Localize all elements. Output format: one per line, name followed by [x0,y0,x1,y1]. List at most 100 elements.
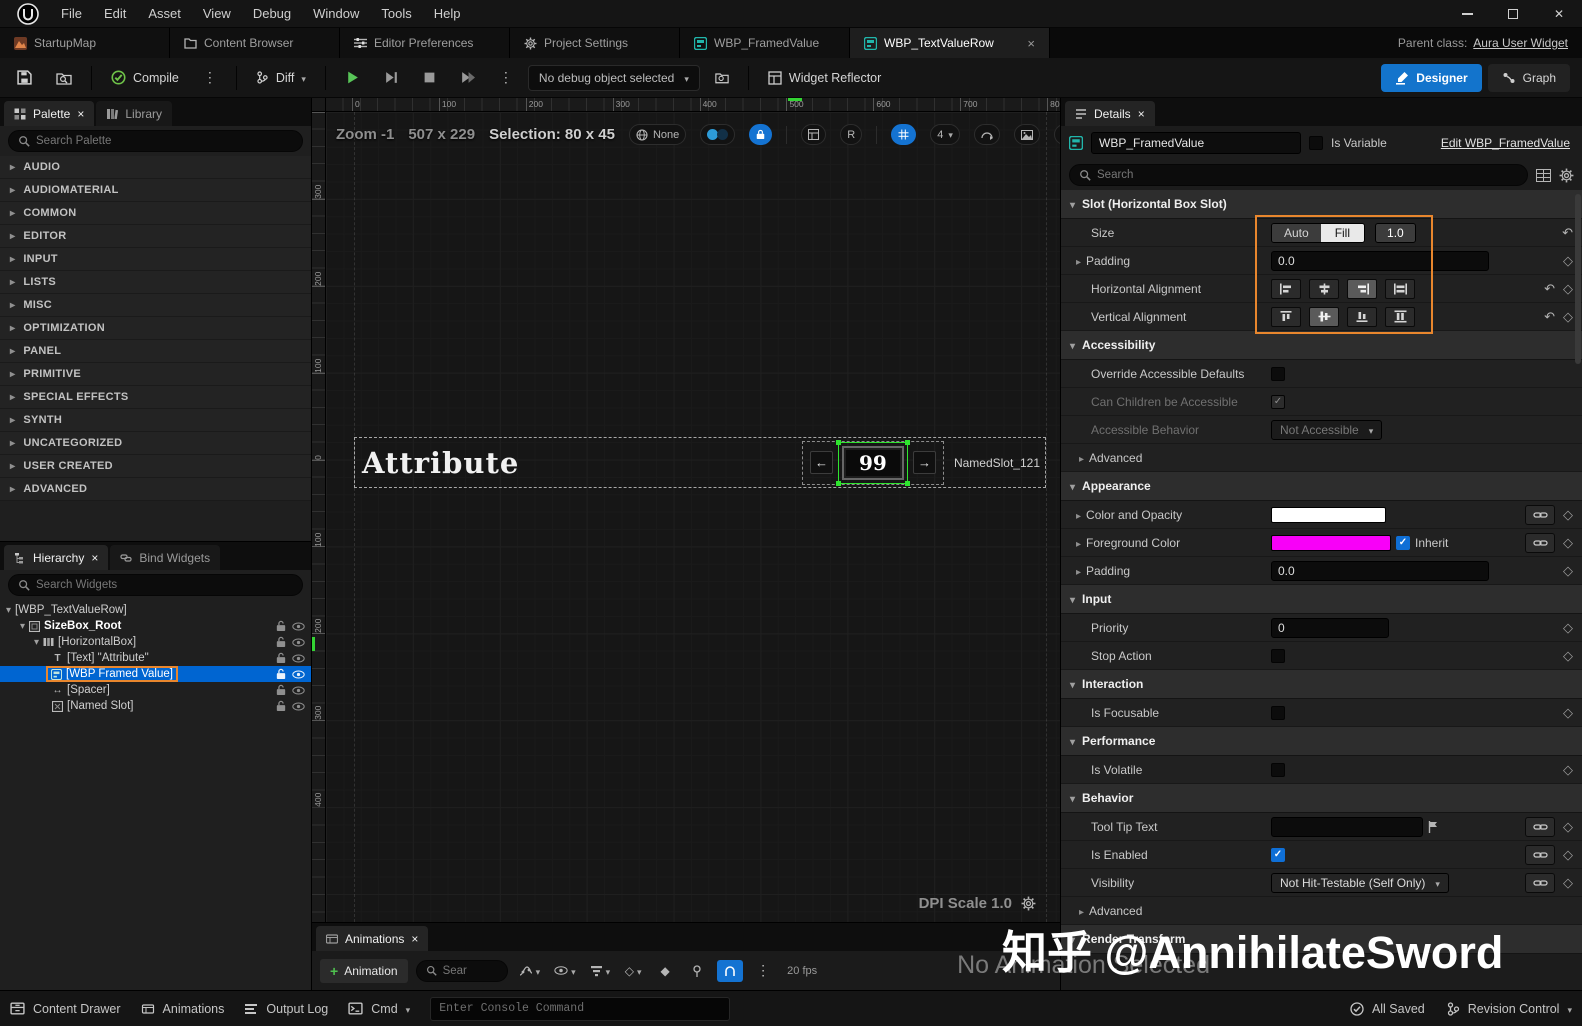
designer-mode-button[interactable]: Designer [1381,63,1482,92]
is-variable-checkbox[interactable] [1309,136,1323,150]
pixel-snap-button[interactable] [973,124,1000,145]
increment-arrow-button[interactable] [912,451,936,474]
visibility-eye-icon[interactable] [292,654,305,663]
palette-category[interactable]: ADVANCED [0,478,311,501]
bind-visibility-button[interactable] [1525,872,1555,893]
palette-category[interactable]: PANEL [0,340,311,363]
menu-item[interactable]: Window [302,0,370,28]
tab-wbp-text-value-row[interactable]: WBP_TextValueRow [850,28,1050,58]
halign-left-button[interactable] [1271,278,1301,299]
palette-category[interactable]: PRIMITIVE [0,363,311,386]
bind-tooltip-button[interactable] [1525,816,1555,837]
palette-category[interactable]: AUDIO [0,156,311,179]
lock-icon[interactable] [276,620,286,632]
debug-browse-button[interactable] [706,64,738,92]
section-appearance[interactable]: Appearance [1061,472,1582,501]
grid-snap-button[interactable] [891,124,917,145]
lock-icon[interactable] [276,700,286,712]
palette-search[interactable] [8,130,303,152]
property-binding-icon[interactable] [1563,309,1573,325]
property-binding-icon[interactable] [1563,253,1573,269]
visibility-eye-icon[interactable] [292,670,305,679]
minimize-button[interactable] [1444,0,1490,28]
save-button[interactable] [8,64,41,92]
localization-region-button[interactable]: R [840,124,863,145]
expand-icon[interactable] [10,414,15,426]
menu-item[interactable]: Asset [137,0,192,28]
valign-top-button[interactable] [1271,306,1301,327]
unreal-logo-icon[interactable] [6,2,50,26]
all-saved-indicator[interactable]: All Saved [1350,1002,1425,1016]
expand-icon[interactable] [1076,564,1081,578]
reset-to-default-icon[interactable] [1544,309,1555,325]
expand-icon[interactable] [1076,536,1081,550]
keyframe-options-button[interactable] [621,960,645,982]
named-slot-label[interactable]: NamedSlot_121 [954,456,1040,470]
reset-to-default-icon[interactable] [1562,225,1573,241]
localization-preview-button[interactable] [801,124,827,145]
close-tab-icon[interactable] [91,551,98,565]
property-binding-icon[interactable] [1563,847,1573,863]
visibility-eye-icon[interactable] [292,622,305,631]
expand-icon[interactable] [10,345,15,357]
lock-icon[interactable] [276,668,286,680]
foreground-color-swatch[interactable] [1271,534,1391,551]
lock-icon[interactable] [276,652,286,664]
palette-category[interactable]: USER CREATED [0,455,311,478]
tab-editor-preferences[interactable]: Editor Preferences [340,28,510,58]
halign-fill-button[interactable] [1385,278,1415,299]
color-vision-swatch-button[interactable] [700,124,736,145]
tab-palette[interactable]: Palette [4,101,95,126]
property-binding-icon[interactable] [1563,620,1573,636]
expand-icon[interactable] [1079,451,1084,465]
property-binding-icon[interactable] [1563,762,1573,778]
palette-search-input[interactable] [36,135,293,147]
section-accessibility[interactable]: Accessibility [1061,331,1582,360]
revision-control-button[interactable]: Revision Control [1447,1002,1572,1016]
decrement-arrow-button[interactable] [809,451,833,474]
reset-to-default-icon[interactable] [1544,281,1555,297]
hierarchy-search[interactable] [8,574,303,596]
details-settings-gear-icon[interactable] [1559,168,1574,183]
output-log-button[interactable]: Output Log [244,1002,328,1016]
expand-icon[interactable] [10,391,15,403]
visibility-options-button[interactable] [551,960,579,982]
widget-preview-row[interactable]: Attribute 99 NamedSlot_121 [354,437,1046,488]
animation-search-input[interactable] [442,964,498,977]
visibility-eye-icon[interactable] [292,702,305,711]
localize-flag-icon[interactable] [1428,820,1438,833]
tree-row-named-slot[interactable]: [Named Slot] [0,698,311,714]
add-animation-button[interactable]: Animation [320,958,408,983]
palette-category[interactable]: AUDIOMATERIAL [0,179,311,202]
tab-details[interactable]: Details [1065,101,1155,126]
close-tab-icon[interactable] [1027,36,1035,51]
lock-icon[interactable] [276,684,286,696]
screenshot-button[interactable] [1013,124,1040,145]
framed-value-widget[interactable]: 99 [801,439,944,486]
menu-item[interactable]: Debug [242,0,302,28]
collapse-icon[interactable] [20,620,25,632]
eject-button[interactable] [451,64,484,92]
section-interaction[interactable]: Interaction [1061,670,1582,699]
object-name-field[interactable] [1091,132,1301,154]
bind-foreground-button[interactable] [1525,532,1555,553]
accessible-behavior-dropdown[interactable]: Not Accessible [1271,419,1383,440]
close-tab-icon[interactable] [411,932,418,946]
palette-category[interactable]: MISC [0,294,311,317]
console-command[interactable] [430,996,731,1021]
design-canvas[interactable]: Zoom -1 507 x 229 Selection: 80 x 45 Non… [326,112,1060,922]
visibility-eye-icon[interactable] [292,638,305,647]
property-binding-icon[interactable] [1563,705,1573,721]
halign-right-button[interactable] [1347,278,1377,299]
palette-category[interactable]: UNCATEGORIZED [0,432,311,455]
expand-icon[interactable] [10,161,15,173]
children-accessible-checkbox[interactable] [1271,394,1285,409]
expand-icon[interactable] [10,276,15,288]
animation-search[interactable] [415,959,508,982]
edit-widget-link[interactable]: Edit WBP_FramedValue [1441,136,1574,150]
collapse-icon[interactable] [34,636,39,648]
filter-options-button[interactable] [587,960,614,982]
expand-icon[interactable] [10,230,15,242]
designer-viewport[interactable]: 0100200300400500600700800 30020010001002… [312,98,1060,922]
grid-snap-size[interactable]: 4 [930,124,960,145]
